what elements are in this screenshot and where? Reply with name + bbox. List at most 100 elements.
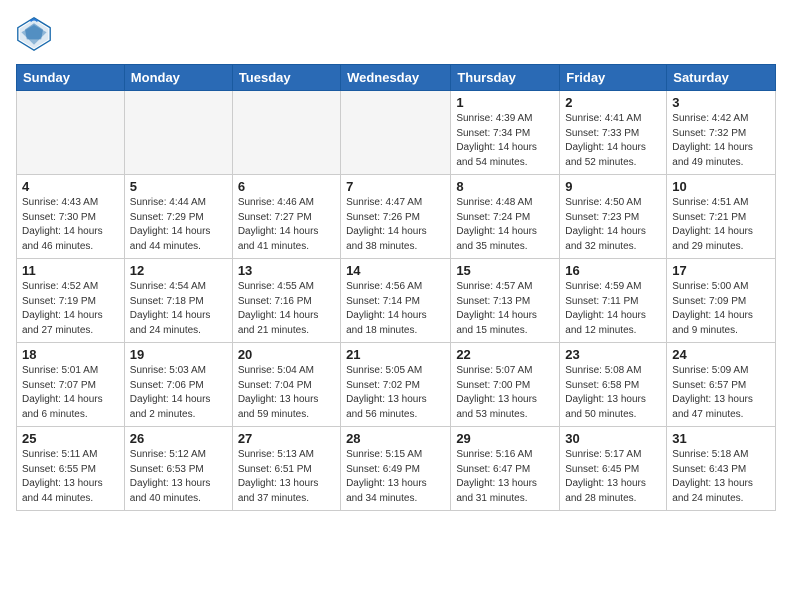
calendar-cell: 17 Sunrise: 5:00 AM Sunset: 7:09 PM Dayli…	[667, 259, 776, 343]
day-info: Sunrise: 5:07 AM Sunset: 7:00 PM Dayligh…	[456, 364, 554, 422]
day-number: 8	[456, 179, 554, 194]
calendar-cell: 31Sunrise: 5:18 AM Sunset: 6:43 PM Dayli…	[667, 427, 776, 511]
day-info: Sunrise: 4:46 AM Sunset: 7:27 PM Dayligh…	[238, 196, 335, 254]
calendar-cell	[17, 91, 125, 175]
day-info: Sunrise: 4:50 AM Sunset: 7:23 PM Dayligh…	[565, 196, 661, 254]
calendar-week-2: 4 Sunrise: 4:43 AM Sunset: 7:30 PM Daylig…	[17, 175, 776, 259]
day-info: Sunrise: 4:55 AM Sunset: 7:16 PM Dayligh…	[238, 280, 335, 338]
day-info: Sunrise: 5:17 AM Sunset: 6:45 PM Dayligh…	[565, 448, 661, 506]
calendar-cell: 27 Sunrise: 5:13 AM Sunset: 6:51 PM Dayli…	[232, 427, 340, 511]
day-number: 14	[346, 263, 445, 278]
day-info: Sunrise: 4:51 AM Sunset: 7:21 PM Dayligh…	[672, 196, 770, 254]
calendar-cell: 28 Sunrise: 5:15 AM Sunset: 6:49 PM Dayli…	[341, 427, 451, 511]
day-info: Sunrise: 5:01 AM Sunset: 7:07 PM Dayligh…	[22, 364, 119, 422]
day-number: 6	[238, 179, 335, 194]
day-number: 17	[672, 263, 770, 278]
weekday-header-tuesday: Tuesday	[232, 65, 340, 91]
calendar-cell: 2 Sunrise: 4:41 AM Sunset: 7:33 PM Daylig…	[560, 91, 667, 175]
calendar-cell: 4 Sunrise: 4:43 AM Sunset: 7:30 PM Daylig…	[17, 175, 125, 259]
day-number: 20	[238, 347, 335, 362]
day-number: 29	[456, 431, 554, 446]
day-number: 12	[130, 263, 227, 278]
day-number: 7	[346, 179, 445, 194]
logo-icon	[16, 16, 52, 52]
day-info: Sunrise: 4:56 AM Sunset: 7:14 PM Dayligh…	[346, 280, 445, 338]
day-info: Sunrise: 4:48 AM Sunset: 7:24 PM Dayligh…	[456, 196, 554, 254]
day-number: 1	[456, 95, 554, 110]
day-number: 15	[456, 263, 554, 278]
calendar-week-4: 18 Sunrise: 5:01 AM Sunset: 7:07 PM Dayli…	[17, 343, 776, 427]
weekday-header-thursday: Thursday	[451, 65, 560, 91]
day-number: 23	[565, 347, 661, 362]
day-number: 4	[22, 179, 119, 194]
calendar-cell: 25Sunrise: 5:11 AM Sunset: 6:55 PM Dayli…	[17, 427, 125, 511]
calendar-cell: 5 Sunrise: 4:44 AM Sunset: 7:29 PM Daylig…	[124, 175, 232, 259]
calendar-cell	[341, 91, 451, 175]
day-info: Sunrise: 5:12 AM Sunset: 6:53 PM Dayligh…	[130, 448, 227, 506]
calendar-week-3: 11 Sunrise: 4:52 AM Sunset: 7:19 PM Dayli…	[17, 259, 776, 343]
day-info: Sunrise: 5:15 AM Sunset: 6:49 PM Dayligh…	[346, 448, 445, 506]
calendar-cell: 19Sunrise: 5:03 AM Sunset: 7:06 PM Dayli…	[124, 343, 232, 427]
logo	[16, 16, 56, 52]
day-number: 2	[565, 95, 661, 110]
day-info: Sunrise: 4:42 AM Sunset: 7:32 PM Dayligh…	[672, 112, 770, 170]
day-info: Sunrise: 4:44 AM Sunset: 7:29 PM Dayligh…	[130, 196, 227, 254]
calendar-cell: 29 Sunrise: 5:16 AM Sunset: 6:47 PM Dayli…	[451, 427, 560, 511]
calendar-cell: 11 Sunrise: 4:52 AM Sunset: 7:19 PM Dayli…	[17, 259, 125, 343]
day-info: Sunrise: 5:08 AM Sunset: 6:58 PM Dayligh…	[565, 364, 661, 422]
calendar-cell	[232, 91, 340, 175]
day-info: Sunrise: 4:52 AM Sunset: 7:19 PM Dayligh…	[22, 280, 119, 338]
day-number: 9	[565, 179, 661, 194]
day-info: Sunrise: 5:18 AM Sunset: 6:43 PM Dayligh…	[672, 448, 770, 506]
calendar-week-1: 1 Sunrise: 4:39 AM Sunset: 7:34 PM Daylig…	[17, 91, 776, 175]
calendar-cell: 13 Sunrise: 4:55 AM Sunset: 7:16 PM Dayli…	[232, 259, 340, 343]
day-number: 30	[565, 431, 661, 446]
calendar-week-5: 25Sunrise: 5:11 AM Sunset: 6:55 PM Dayli…	[17, 427, 776, 511]
calendar-cell: 30 Sunrise: 5:17 AM Sunset: 6:45 PM Dayli…	[560, 427, 667, 511]
day-number: 13	[238, 263, 335, 278]
day-info: Sunrise: 5:00 AM Sunset: 7:09 PM Dayligh…	[672, 280, 770, 338]
day-info: Sunrise: 5:05 AM Sunset: 7:02 PM Dayligh…	[346, 364, 445, 422]
day-info: Sunrise: 4:39 AM Sunset: 7:34 PM Dayligh…	[456, 112, 554, 170]
day-info: Sunrise: 4:54 AM Sunset: 7:18 PM Dayligh…	[130, 280, 227, 338]
calendar-cell: 9 Sunrise: 4:50 AM Sunset: 7:23 PM Daylig…	[560, 175, 667, 259]
day-number: 28	[346, 431, 445, 446]
weekday-header-monday: Monday	[124, 65, 232, 91]
day-number: 11	[22, 263, 119, 278]
day-info: Sunrise: 5:13 AM Sunset: 6:51 PM Dayligh…	[238, 448, 335, 506]
calendar-cell: 18 Sunrise: 5:01 AM Sunset: 7:07 PM Dayli…	[17, 343, 125, 427]
day-number: 5	[130, 179, 227, 194]
day-number: 24	[672, 347, 770, 362]
calendar-cell: 22Sunrise: 5:07 AM Sunset: 7:00 PM Dayli…	[451, 343, 560, 427]
day-number: 26	[130, 431, 227, 446]
day-number: 27	[238, 431, 335, 446]
day-info: Sunrise: 5:16 AM Sunset: 6:47 PM Dayligh…	[456, 448, 554, 506]
day-number: 18	[22, 347, 119, 362]
day-info: Sunrise: 5:04 AM Sunset: 7:04 PM Dayligh…	[238, 364, 335, 422]
day-info: Sunrise: 4:41 AM Sunset: 7:33 PM Dayligh…	[565, 112, 661, 170]
calendar-cell: 16Sunrise: 4:59 AM Sunset: 7:11 PM Dayli…	[560, 259, 667, 343]
page-header	[16, 16, 776, 52]
weekday-header-sunday: Sunday	[17, 65, 125, 91]
calendar-cell: 14 Sunrise: 4:56 AM Sunset: 7:14 PM Dayli…	[341, 259, 451, 343]
day-number: 21	[346, 347, 445, 362]
day-info: Sunrise: 4:43 AM Sunset: 7:30 PM Dayligh…	[22, 196, 119, 254]
calendar-cell: 12 Sunrise: 4:54 AM Sunset: 7:18 PM Dayli…	[124, 259, 232, 343]
calendar-cell: 6 Sunrise: 4:46 AM Sunset: 7:27 PM Daylig…	[232, 175, 340, 259]
weekday-header-saturday: Saturday	[667, 65, 776, 91]
day-info: Sunrise: 5:09 AM Sunset: 6:57 PM Dayligh…	[672, 364, 770, 422]
day-number: 16	[565, 263, 661, 278]
day-number: 10	[672, 179, 770, 194]
calendar-cell: 7Sunrise: 4:47 AM Sunset: 7:26 PM Daylig…	[341, 175, 451, 259]
day-number: 3	[672, 95, 770, 110]
calendar-table: SundayMondayTuesdayWednesdayThursdayFrid…	[16, 64, 776, 511]
calendar-cell: 3 Sunrise: 4:42 AM Sunset: 7:32 PM Daylig…	[667, 91, 776, 175]
calendar-cell: 1 Sunrise: 4:39 AM Sunset: 7:34 PM Daylig…	[451, 91, 560, 175]
calendar-cell: 10 Sunrise: 4:51 AM Sunset: 7:21 PM Dayli…	[667, 175, 776, 259]
weekday-header-row: SundayMondayTuesdayWednesdayThursdayFrid…	[17, 65, 776, 91]
day-info: Sunrise: 4:57 AM Sunset: 7:13 PM Dayligh…	[456, 280, 554, 338]
weekday-header-friday: Friday	[560, 65, 667, 91]
weekday-header-wednesday: Wednesday	[341, 65, 451, 91]
calendar-cell: 20 Sunrise: 5:04 AM Sunset: 7:04 PM Dayli…	[232, 343, 340, 427]
day-info: Sunrise: 5:03 AM Sunset: 7:06 PM Dayligh…	[130, 364, 227, 422]
